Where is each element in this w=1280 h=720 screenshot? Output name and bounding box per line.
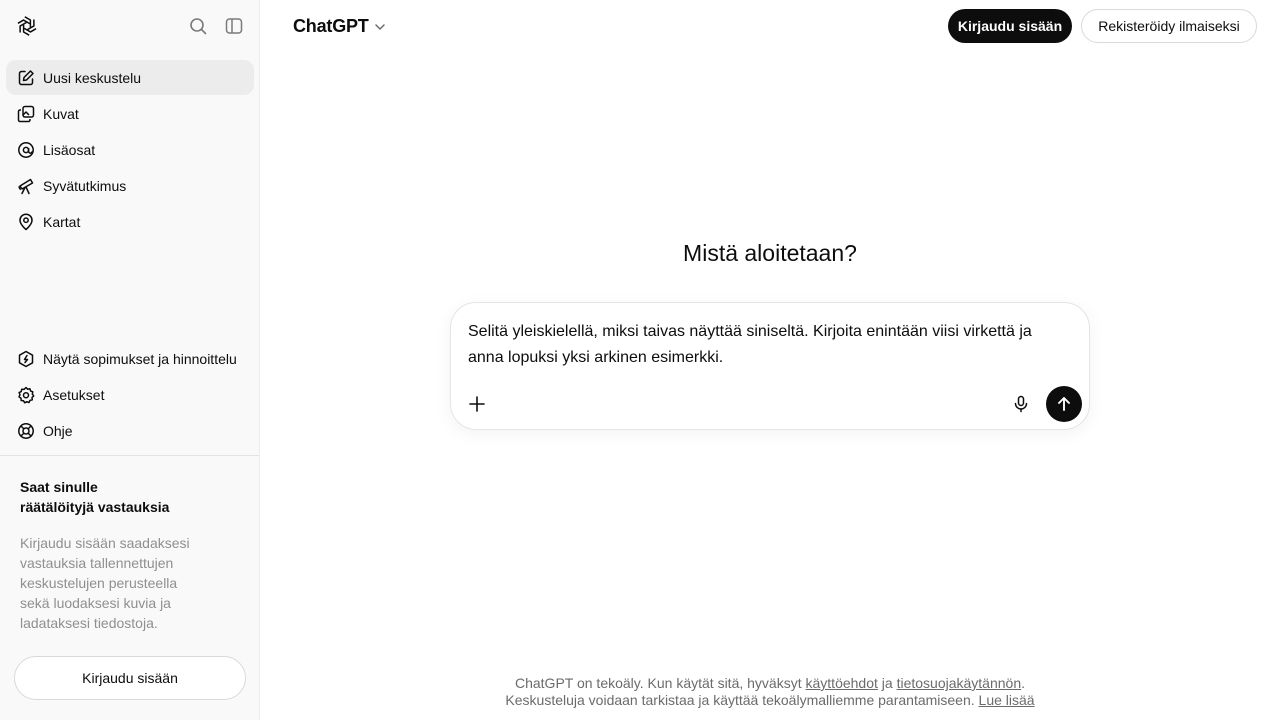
header-register-button[interactable]: Rekisteröidy ilmaiseksi — [1081, 9, 1257, 43]
sidebar-item-label: Ohje — [43, 422, 73, 439]
sidebar-item-label: Kuvat — [43, 105, 79, 122]
sidebar-login-button[interactable]: Kirjaudu sisään — [14, 656, 246, 700]
page-title: Mistä aloitetaan? — [683, 240, 857, 266]
openai-logo-icon[interactable] — [15, 14, 39, 38]
privacy-link[interactable]: tietosuojakäytännön — [897, 675, 1022, 691]
sidebar: Uusi keskustelu Kuvat Lisäosat Syvätutki… — [0, 0, 260, 720]
send-button[interactable] — [1046, 386, 1082, 422]
footer-text: Keskusteluja voidaan tarkistaa ja käyttä… — [505, 692, 979, 708]
footer-text: ja — [877, 675, 897, 691]
plus-icon[interactable] — [466, 393, 488, 415]
promo-title: Saat sinulle räätälöityjä vastauksia — [20, 477, 220, 517]
sidebar-item-label: Kartat — [43, 213, 81, 230]
sidebar-item-label: Syvätutkimus — [43, 177, 127, 194]
promo-text: Kirjaudu sisään saadaksesi vastauksia ta… — [20, 535, 190, 631]
sidebar-item-label: Uusi keskustelu — [43, 69, 142, 86]
sidebar-item-help[interactable]: Ohje — [6, 413, 254, 448]
sidebar-item-plans[interactable]: Näytä sopimukset ja hinnoittelu — [6, 341, 254, 376]
model-picker[interactable]: ChatGPT — [293, 15, 386, 37]
sidebar-item-label: Näytä sopimukset ja hinnoittelu — [43, 350, 237, 367]
new-chat-icon — [17, 69, 35, 87]
sidebar-item-maps[interactable]: Kartat — [6, 204, 254, 239]
telescope-icon — [17, 177, 35, 195]
composer: Selitä yleiskielellä, miksi taivas näytt… — [450, 302, 1090, 430]
apps-icon — [17, 141, 35, 159]
sidebar-header — [0, 0, 260, 52]
learn-more-link[interactable]: Lue lisää — [979, 692, 1035, 708]
search-icon[interactable] — [187, 15, 209, 37]
sidebar-item-apps[interactable]: Lisäosat — [6, 132, 254, 167]
sidebar-toggle-icon[interactable] — [223, 15, 245, 37]
terms-link[interactable]: käyttöehdot — [806, 675, 878, 691]
gear-icon — [17, 386, 35, 404]
sidebar-item-deep-research[interactable]: Syvätutkimus — [6, 168, 254, 203]
microphone-icon[interactable] — [1010, 393, 1032, 415]
sidebar-divider — [0, 455, 259, 456]
sidebar-item-settings[interactable]: Asetukset — [6, 377, 254, 412]
prompt-input[interactable]: Selitä yleiskielellä, miksi taivas näytt… — [468, 319, 1068, 371]
sidebar-item-label: Lisäosat — [43, 141, 96, 158]
chevron-down-icon — [374, 21, 386, 33]
arrow-up-icon — [1055, 395, 1073, 413]
promo-title-line: räätälöityjä vastauksia — [20, 499, 170, 515]
sidebar-item-label: Asetukset — [43, 386, 105, 403]
images-icon — [17, 105, 35, 123]
footer-disclaimer: ChatGPT on tekoäly. Kun käytät sitä, hyv… — [270, 675, 1270, 709]
footer-line-2: Keskusteluja voidaan tarkistaa ja käyttä… — [270, 692, 1270, 709]
plans-icon — [17, 350, 35, 368]
promo-title-line: Saat sinulle — [20, 479, 98, 495]
map-pin-icon — [17, 212, 35, 231]
header-login-button[interactable]: Kirjaudu sisään — [948, 9, 1072, 43]
footer-text: . — [1021, 675, 1026, 691]
sidebar-item-images[interactable]: Kuvat — [6, 96, 254, 131]
model-name: ChatGPT — [293, 15, 369, 36]
footer-line-1: ChatGPT on tekoäly. Kun käytät sitä, hyv… — [270, 675, 1270, 692]
footer-text: ChatGPT on tekoäly. Kun käytät sitä, hyv… — [514, 675, 806, 691]
sidebar-item-new-chat[interactable]: Uusi keskustelu — [6, 60, 254, 95]
help-lifebuoy-icon — [17, 422, 35, 440]
